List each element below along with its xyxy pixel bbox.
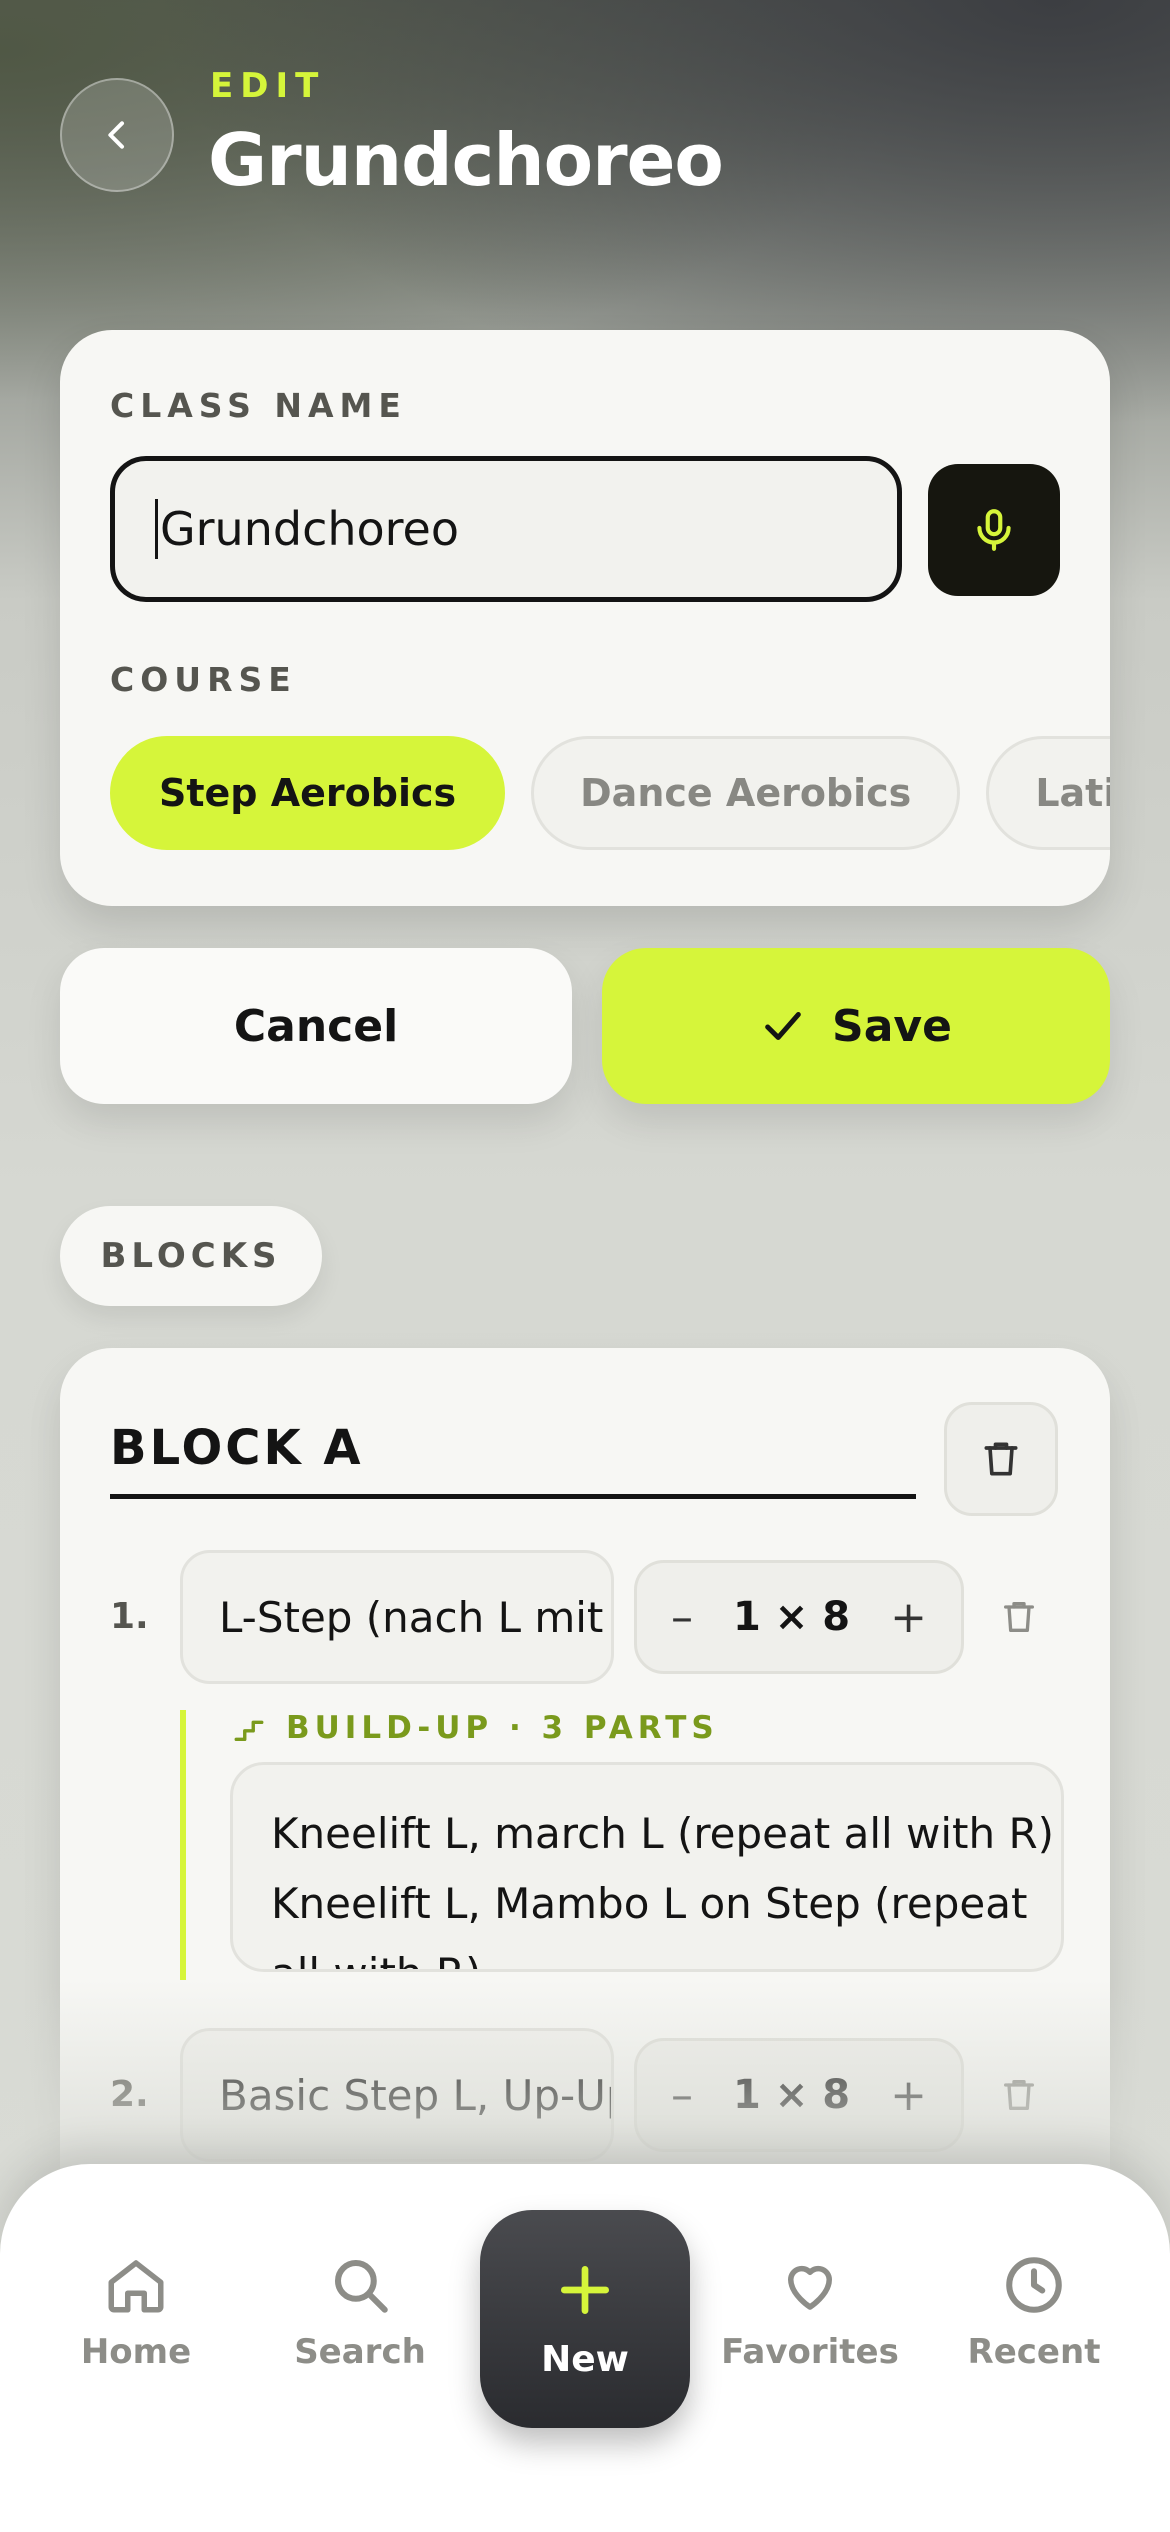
cancel-button[interactable]: Cancel: [60, 948, 572, 1104]
class-name-label: CLASS NAME: [110, 386, 407, 425]
clock-icon: [1006, 2257, 1062, 2313]
text-caret: [155, 499, 158, 559]
delete-block-button[interactable]: [944, 1402, 1058, 1516]
class-name-input[interactable]: Grundchoreo: [110, 456, 902, 602]
decrement-button[interactable]: –: [671, 2070, 693, 2121]
class-card: CLASS NAME Grundchoreo COURSE Step Aerob…: [60, 330, 1110, 906]
cancel-label: Cancel: [233, 1000, 399, 1052]
checkmark-icon: [765, 1012, 801, 1040]
step-name-input[interactable]: Basic Step L, Up-Up: [180, 2028, 614, 2162]
buildup-label-text: BUILD-UP · 3 PARTS: [286, 1710, 719, 1746]
chip-dance-aerobics[interactable]: Dance Aerobics: [531, 736, 961, 850]
trash-icon: [984, 1442, 1018, 1476]
nav-home-label: Home: [80, 2332, 192, 2372]
back-button[interactable]: [60, 78, 174, 192]
delete-step-button[interactable]: [992, 2068, 1046, 2122]
block-card: BLOCK A 1. L-Step (nach L mit Step) – 1 …: [60, 1348, 1110, 2248]
nav-recent-label: Recent: [967, 2332, 1101, 2372]
buildup-section: BUILD-UP · 3 PARTS Kneelift L, march L (…: [180, 1710, 1064, 1980]
nav-favorites[interactable]: Favorites: [710, 2252, 910, 2372]
chip-step-aerobics[interactable]: Step Aerobics: [110, 736, 506, 850]
nav-recent[interactable]: Recent: [934, 2252, 1134, 2372]
nav-home[interactable]: Home: [36, 2252, 236, 2372]
class-name-value: Grundchoreo: [160, 502, 459, 556]
buildup-textarea[interactable]: Kneelift L, march L (repeat all with R) …: [230, 1762, 1064, 1972]
step-number: 1.: [110, 1596, 149, 1637]
decrement-button[interactable]: –: [671, 1592, 693, 1643]
count-stepper: – 1 × 8 +: [634, 2038, 964, 2152]
count-value: 1 × 8: [733, 1594, 851, 1640]
nav-search-label: Search: [294, 2332, 426, 2372]
stairs-icon: [234, 1720, 264, 1742]
nav-new-button[interactable]: New: [480, 2210, 690, 2428]
buildup-line: Kneelift L, Mambo L on Step (repeat: [271, 1879, 1028, 1928]
increment-button[interactable]: +: [890, 2070, 927, 2121]
header-kicker: EDIT: [210, 66, 326, 106]
home-icon: [108, 2260, 164, 2313]
page-title: Grundchoreo: [208, 118, 724, 202]
course-chips: Step Aerobics Dance Aerobics Latin Dance: [110, 736, 1110, 850]
count-stepper: – 1 × 8 +: [634, 1560, 964, 1674]
count-value: 1 × 8: [733, 2072, 851, 2118]
heart-icon: [788, 2265, 832, 2310]
delete-step-button[interactable]: [992, 1590, 1046, 1644]
save-label: Save: [832, 1000, 952, 1052]
save-button[interactable]: Save: [602, 948, 1110, 1104]
nav-search[interactable]: Search: [260, 2252, 460, 2372]
trash-icon: [1004, 2080, 1034, 2110]
chevron-left-icon: [108, 121, 124, 149]
block-title[interactable]: BLOCK A: [110, 1420, 916, 1499]
blocks-section-label: BLOCKS: [60, 1206, 322, 1306]
buildup-line: Kneelift L, march L (repeat all with R): [271, 1809, 1055, 1858]
step-name-input[interactable]: L-Step (nach L mit Step): [180, 1550, 614, 1684]
step-number: 2.: [110, 2074, 149, 2115]
nav-favorites-label: Favorites: [721, 2332, 899, 2372]
increment-button[interactable]: +: [890, 1592, 927, 1643]
bottom-nav: Home Search New Favorites Recent: [0, 2164, 1170, 2532]
microphone-icon: [977, 509, 1011, 551]
search-icon: [334, 2259, 388, 2313]
buildup-line: all with R): [271, 1939, 1061, 1969]
plus-icon: [560, 2265, 610, 2314]
nav-new-label: New: [541, 2338, 629, 2380]
course-label: COURSE: [110, 660, 297, 699]
voice-input-button[interactable]: [928, 464, 1060, 596]
trash-icon: [1004, 1602, 1034, 1632]
buildup-label: BUILD-UP · 3 PARTS: [232, 1710, 719, 1746]
chip-latin-dance[interactable]: Latin Dance: [986, 736, 1110, 850]
